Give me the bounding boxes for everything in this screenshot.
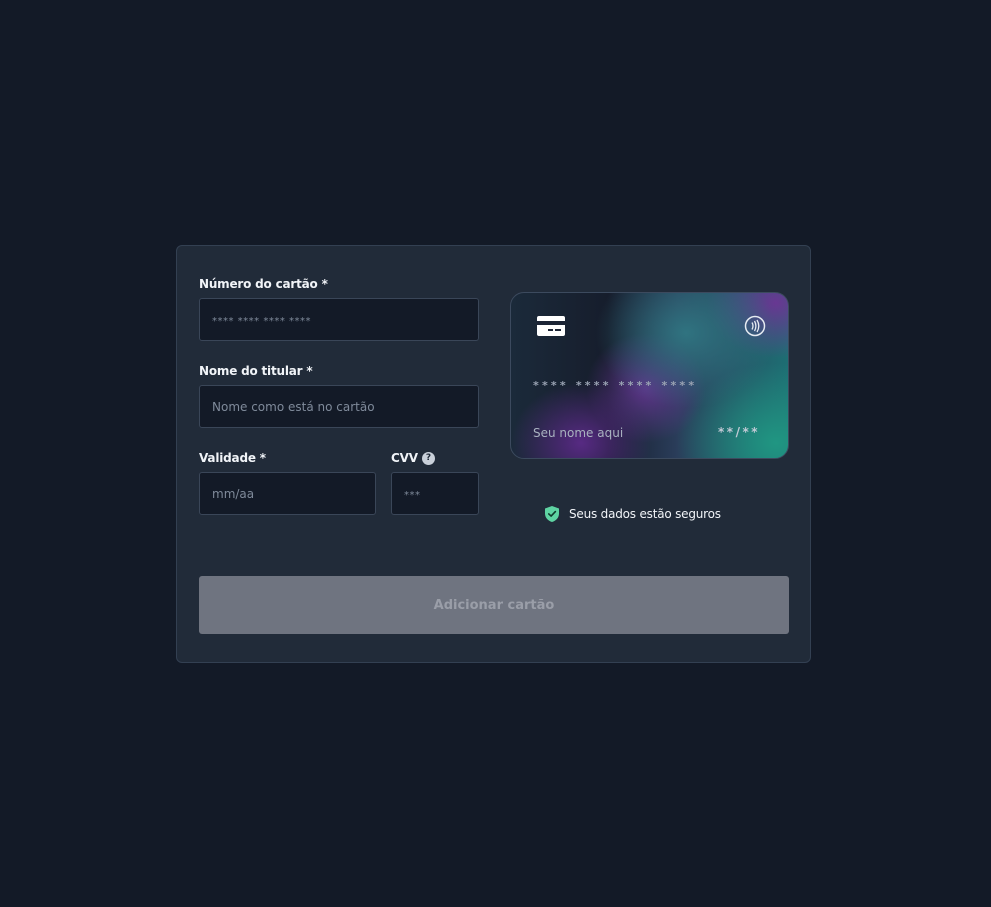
cvv-input[interactable] bbox=[391, 472, 479, 515]
holder-name-input[interactable] bbox=[199, 385, 479, 428]
card-preview-number: **** **** **** **** bbox=[533, 379, 698, 392]
holder-name-label: Nome do titular * bbox=[199, 364, 313, 378]
card-preview: **** **** **** **** Seu nome aqui **/** bbox=[510, 292, 789, 459]
security-note: Seus dados estão seguros bbox=[544, 505, 721, 523]
card-preview-name: Seu nome aqui bbox=[533, 426, 624, 440]
question-circle-icon[interactable]: ? bbox=[422, 452, 435, 465]
expiry-label: Validade * bbox=[199, 451, 266, 465]
card-preview-expiry: **/** bbox=[718, 425, 760, 439]
card-number-input[interactable] bbox=[199, 298, 479, 341]
contactless-icon bbox=[744, 315, 766, 337]
add-card-button[interactable]: Adicionar cartão bbox=[199, 576, 789, 634]
add-card-panel: Número do cartão * Nome do titular * Val… bbox=[176, 245, 811, 663]
card-number-label: Número do cartão * bbox=[199, 277, 328, 291]
expiry-input[interactable] bbox=[199, 472, 376, 515]
security-text: Seus dados estão seguros bbox=[569, 507, 721, 521]
shield-check-icon bbox=[545, 506, 559, 522]
credit-card-icon bbox=[537, 316, 565, 336]
cvv-label: CVV bbox=[391, 451, 418, 465]
